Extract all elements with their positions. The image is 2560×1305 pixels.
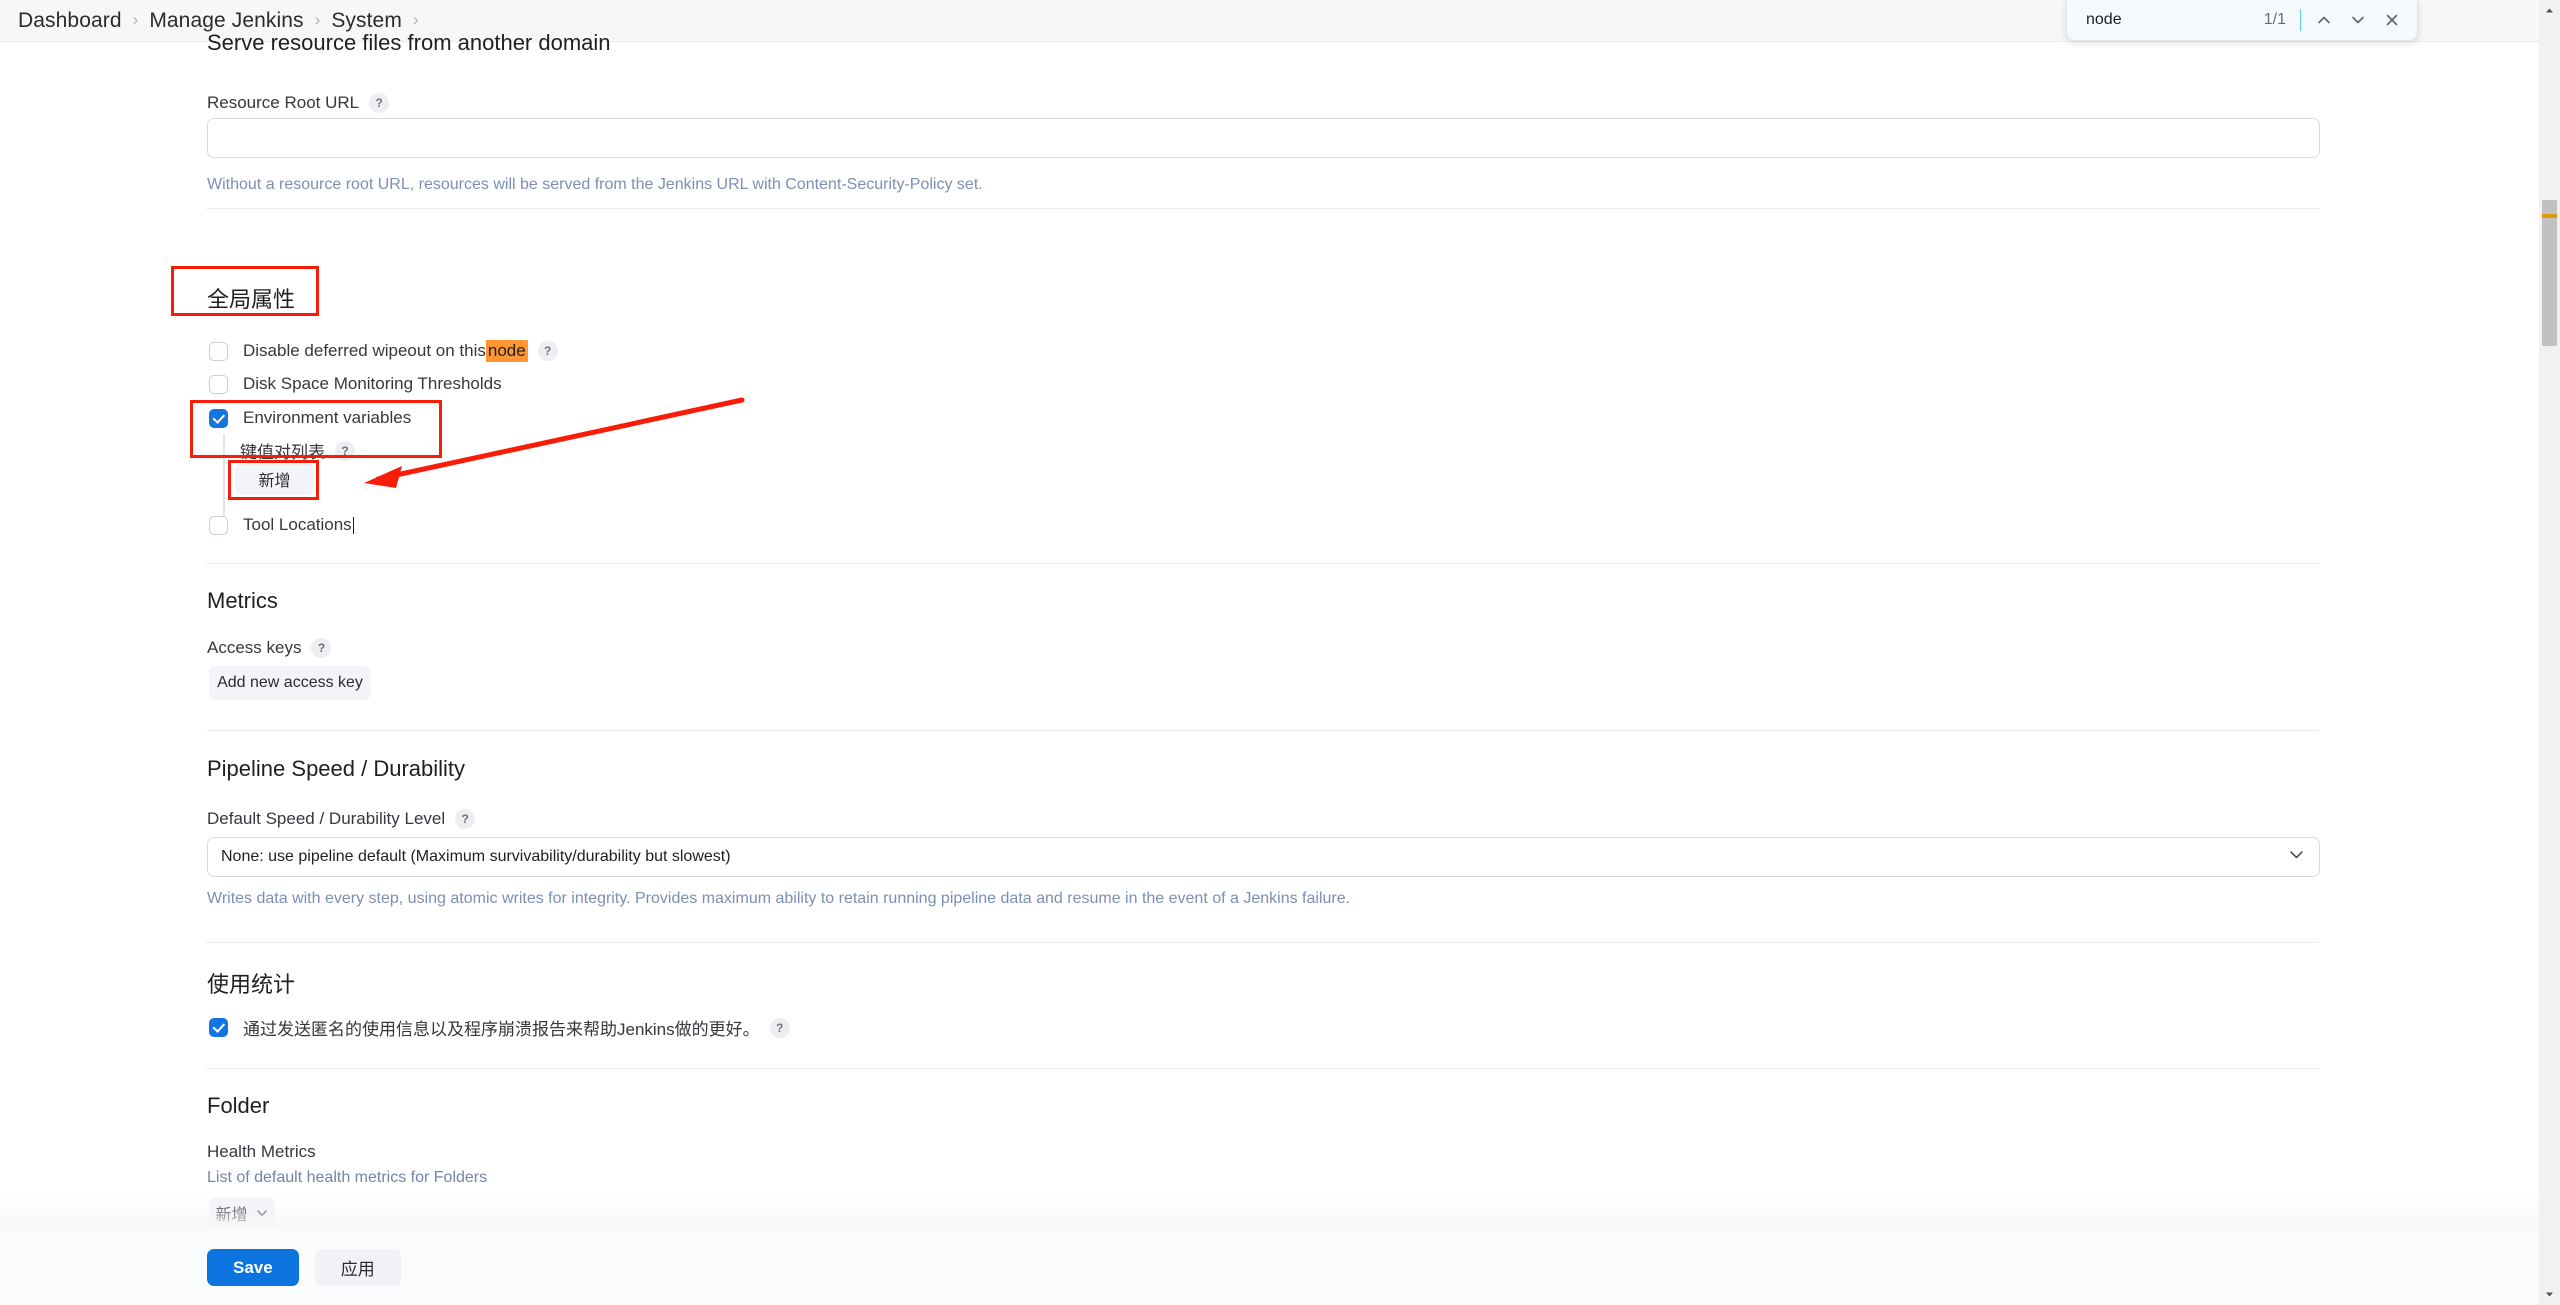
pipeline-durability-hint: Writes data with every step, using atomi… [207, 890, 1351, 907]
default-speed-durability-select[interactable]: None: use pipeline default (Maximum surv… [207, 837, 2320, 877]
tool-locations-checkbox[interactable] [209, 515, 228, 535]
default-speed-durability-label: Default Speed / Durability Level ? [207, 809, 476, 829]
disable-deferred-wipeout-checkbox[interactable] [209, 341, 228, 361]
environment-variables-label: Environment variables [243, 408, 412, 427]
page-scrollbar[interactable] [2539, 0, 2560, 1305]
tool-locations-label-text: Tool Locations [243, 515, 352, 534]
breadcrumb-separator-icon: › [412, 10, 419, 29]
checkbox-row-environment-variables[interactable]: Environment variables [209, 408, 411, 428]
global-properties-heading: 全局属性 [207, 287, 296, 312]
env-add-button[interactable]: 新增 [235, 463, 314, 495]
find-in-page-bar: 1/1 [2066, 0, 2418, 41]
text-caret [352, 516, 354, 534]
add-new-access-key-button[interactable]: Add new access key [209, 666, 371, 700]
disk-space-monitoring-checkbox[interactable] [209, 374, 228, 394]
resource-root-url-label: Resource Root URL ? [207, 93, 390, 113]
tool-locations-label: Tool Locations [243, 515, 354, 535]
access-keys-label: Access keys ? [207, 638, 332, 658]
find-input[interactable] [2084, 10, 2230, 30]
find-next-icon[interactable] [2341, 3, 2375, 37]
system-configuration-page: Serve resource files from another domain… [0, 30, 2539, 1305]
label-text-before: Disable deferred wipeout on this [243, 341, 486, 360]
scrollbar-down-arrow-icon[interactable] [2539, 1284, 2560, 1305]
checkbox-row-disk-space-monitoring[interactable]: Disk Space Monitoring Thresholds [209, 374, 502, 394]
resource-root-url-hint: Without a resource root URL, resources w… [207, 176, 983, 193]
form-footer: Save 应用 [0, 1230, 2539, 1305]
configuration-content: Serve resource files from another domain… [0, 30, 2539, 1305]
find-previous-icon[interactable] [2307, 3, 2341, 37]
access-keys-label-text: Access keys [207, 638, 302, 657]
section-divider [206, 942, 2319, 943]
checkbox-row-tool-locations[interactable]: Tool Locations [209, 515, 354, 535]
breadcrumb-separator-icon: › [132, 10, 139, 29]
usage-statistics-label-text: 通过发送匿名的使用信息以及程序崩溃报告来帮助Jenkins做的更好。 [243, 1020, 760, 1039]
pipeline-speed-durability-heading: Pipeline Speed / Durability [207, 756, 466, 781]
disk-space-monitoring-label: Disk Space Monitoring Thresholds [243, 374, 502, 393]
search-highlight-node: node [485, 340, 528, 362]
breadcrumb-item-manage-jenkins[interactable]: Manage Jenkins [149, 9, 303, 33]
help-icon[interactable]: ? [335, 440, 355, 461]
apply-button[interactable]: 应用 [314, 1249, 401, 1286]
section-divider [206, 208, 2319, 209]
env-key-value-list-label-text: 键值对列表 [240, 443, 325, 462]
nested-indent-rail [223, 434, 225, 516]
default-speed-durability-label-text: Default Speed / Durability Level [207, 809, 446, 828]
env-key-value-list-label: 键值对列表 ? [240, 438, 355, 463]
breadcrumb-separator-icon: › [314, 10, 321, 29]
health-metrics-label: Health Metrics [207, 1142, 316, 1161]
folder-add-button-label: 新增 [215, 1207, 248, 1224]
folder-heading: Folder [207, 1093, 270, 1118]
find-match-count: 1/1 [2263, 11, 2286, 28]
find-close-icon[interactable] [2375, 3, 2409, 37]
find-divider [2300, 9, 2301, 31]
help-icon[interactable]: ? [369, 93, 390, 113]
section-divider [206, 563, 2319, 564]
default-speed-durability-selected-value: None: use pipeline default (Maximum surv… [221, 848, 731, 865]
checkbox-row-disable-deferred-wipeout[interactable]: Disable deferred wipeout on this node ? [209, 340, 558, 362]
section-divider [206, 1068, 2319, 1069]
folder-add-button[interactable]: 新增 [209, 1197, 275, 1229]
help-icon[interactable]: ? [769, 1017, 790, 1038]
annotation-arrow [364, 397, 745, 488]
scrollbar-find-match-tick [2542, 214, 2557, 218]
scrollbar-thumb[interactable] [2542, 200, 2557, 346]
scrollbar-up-arrow-icon[interactable] [2539, 0, 2560, 21]
health-metrics-link[interactable]: List of default health metrics for Folde… [207, 1169, 487, 1187]
usage-statistics-heading: 使用统计 [207, 972, 296, 997]
breadcrumb-item-system[interactable]: System [331, 9, 402, 33]
help-icon[interactable]: ? [455, 809, 476, 829]
resource-root-url-label-text: Resource Root URL [207, 93, 360, 112]
chevron-down-icon [255, 1206, 269, 1220]
disable-deferred-wipeout-label: Disable deferred wipeout on this node ? [243, 340, 558, 362]
help-icon[interactable]: ? [311, 638, 332, 658]
checkbox-row-usage-statistics[interactable]: 通过发送匿名的使用信息以及程序崩溃报告来帮助Jenkins做的更好。 ? [209, 1015, 790, 1040]
metrics-heading: Metrics [207, 588, 278, 613]
serve-resource-files-heading: Serve resource files from another domain [207, 30, 611, 55]
chevron-down-icon [2287, 845, 2306, 869]
footer-fade-gradient [0, 1196, 2539, 1230]
breadcrumb-item-dashboard[interactable]: Dashboard [18, 9, 122, 33]
save-button[interactable]: Save [207, 1249, 299, 1286]
usage-statistics-checkbox[interactable] [209, 1018, 228, 1037]
resource-root-url-input[interactable] [207, 118, 2320, 158]
section-divider [206, 730, 2319, 731]
environment-variables-checkbox[interactable] [209, 408, 228, 428]
help-icon[interactable]: ? [537, 341, 558, 361]
usage-statistics-label: 通过发送匿名的使用信息以及程序崩溃报告来帮助Jenkins做的更好。 ? [243, 1015, 790, 1040]
